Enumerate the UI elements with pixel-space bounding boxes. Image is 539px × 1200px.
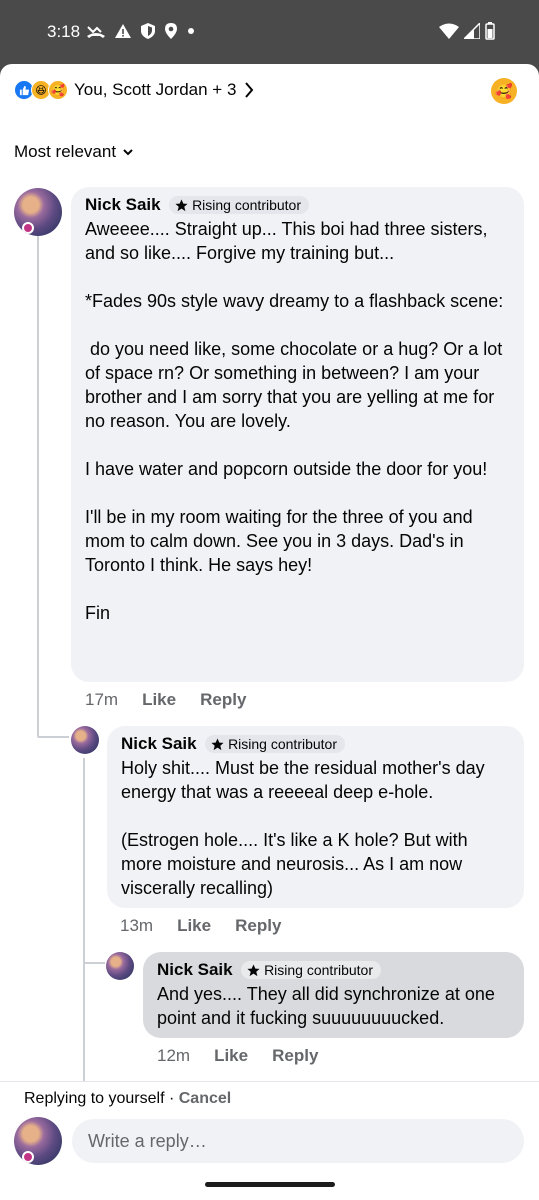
- warning-icon: [115, 24, 131, 38]
- comments-sheet: 😆 🥰 You, Scott Jordan + 3 🥰 Most relevan…: [0, 64, 539, 1172]
- chevron-down-icon: [123, 149, 133, 156]
- comment-text: Aweeee.... Straight up... This boi had t…: [85, 219, 504, 623]
- thread-line-nested: [83, 758, 85, 1082]
- star-icon: [211, 737, 224, 750]
- comment-actions: 12m Like Reply: [157, 1046, 318, 1066]
- sort-dropdown[interactable]: Most relevant: [14, 142, 134, 162]
- comment-author[interactable]: Nick Saik: [157, 960, 233, 980]
- chevron-right-icon: [245, 82, 254, 98]
- badge-label: Rising contributor: [264, 962, 373, 978]
- comment-bubble[interactable]: Nick Saik Rising contributor Holy shit..…: [107, 726, 524, 908]
- signal-icon: [464, 23, 480, 39]
- profile-badge-icon: [22, 222, 34, 234]
- my-avatar: [14, 1117, 62, 1165]
- thread-connector: [37, 736, 69, 738]
- comment-author[interactable]: Nick Saik: [85, 195, 161, 215]
- thread-line: [37, 220, 39, 736]
- dot-icon: [188, 28, 194, 34]
- home-gesture-handle[interactable]: [205, 1182, 335, 1187]
- like-button[interactable]: Like: [142, 690, 176, 710]
- comment-bubble[interactable]: Nick Saik Rising contributor Aweeee.... …: [71, 187, 524, 682]
- comment-actions: 13m Like Reply: [120, 916, 281, 936]
- rising-contributor-badge: Rising contributor: [241, 961, 381, 979]
- comment-actions: 17m Like Reply: [85, 690, 246, 710]
- badge-label: Rising contributor: [192, 197, 301, 213]
- reply-composer: Replying to yourself · Cancel: [0, 1081, 539, 1172]
- care-reaction-icon: 🥰: [48, 80, 68, 100]
- comment-time: 17m: [85, 690, 119, 709]
- like-button[interactable]: Like: [177, 916, 211, 936]
- status-icons: [86, 22, 196, 40]
- reply-button[interactable]: Reply: [272, 1046, 318, 1066]
- location-icon: [165, 23, 177, 39]
- sort-label: Most relevant: [14, 142, 117, 161]
- navigation-bar: [0, 1172, 539, 1200]
- comment-text: And yes.... They all did synchronize at …: [157, 984, 500, 1028]
- cancel-reply-button[interactable]: Cancel: [179, 1090, 231, 1107]
- comment-time: 13m: [120, 916, 154, 935]
- wifi-icon: [439, 23, 459, 39]
- badge-label: Rising contributor: [228, 736, 337, 752]
- avatar[interactable]: [71, 726, 99, 754]
- reply-button[interactable]: Reply: [200, 690, 246, 710]
- profile-badge-icon: [22, 1151, 34, 1163]
- star-icon: [247, 963, 260, 976]
- replying-indicator: Replying to yourself · Cancel: [24, 1090, 231, 1108]
- replying-text: Replying to yourself ·: [24, 1090, 179, 1107]
- status-time: 3:18: [47, 22, 81, 41]
- reply-button[interactable]: Reply: [235, 916, 281, 936]
- like-button[interactable]: Like: [214, 1046, 248, 1066]
- status-bar: 3:18: [0, 0, 539, 64]
- avatar[interactable]: [14, 188, 62, 236]
- missed-call-icon: [87, 26, 105, 38]
- avatar[interactable]: [106, 952, 134, 980]
- rising-contributor-badge: Rising contributor: [169, 196, 309, 214]
- battery-icon: [485, 22, 495, 40]
- comment-time: 12m: [157, 1046, 191, 1065]
- rising-contributor-badge: Rising contributor: [205, 735, 345, 753]
- comment-text: Holy shit.... Must be the residual mothe…: [121, 758, 485, 898]
- comment-bubble[interactable]: Nick Saik Rising contributor And yes....…: [143, 952, 524, 1038]
- comment-author[interactable]: Nick Saik: [121, 734, 197, 754]
- status-right-icons: [439, 22, 495, 40]
- care-reaction-button[interactable]: 🥰: [491, 78, 517, 104]
- shield-icon: [141, 23, 155, 39]
- reactions-summary[interactable]: 😆 🥰 You, Scott Jordan + 3: [14, 80, 254, 100]
- reply-input[interactable]: [72, 1119, 524, 1163]
- star-icon: [175, 198, 188, 211]
- thread-connector-nested: [83, 962, 105, 964]
- reactions-text: You, Scott Jordan + 3: [74, 80, 237, 99]
